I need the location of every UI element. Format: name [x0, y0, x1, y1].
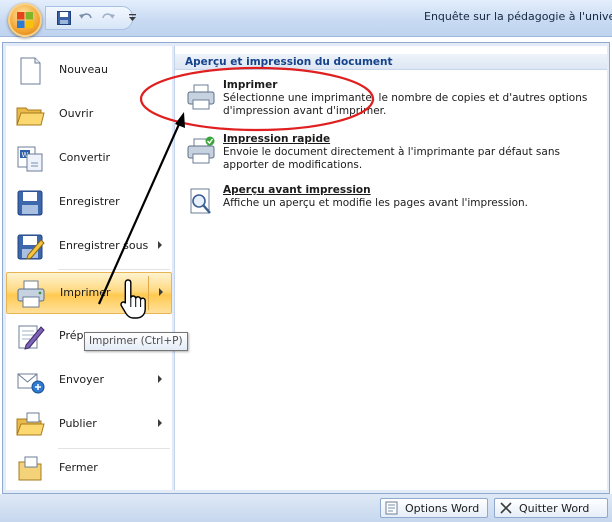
print-submenu: Aperçu et impression du document Imprime…: [174, 46, 607, 490]
save-as-icon: [17, 234, 45, 260]
options-icon: [385, 501, 398, 515]
office-button[interactable]: [8, 3, 42, 37]
submenu-item-title: Imprimer: [223, 79, 278, 91]
quick-access-toolbar: [45, 6, 133, 30]
office-logo-icon: [17, 12, 33, 28]
word-options-button[interactable]: Options Word: [380, 498, 488, 518]
print-preview-icon: [190, 188, 211, 214]
menu-item-fermer[interactable]: Fermer: [6, 448, 172, 490]
hand-cursor-icon: [120, 279, 146, 319]
submenu-item-title: Impression rapide: [223, 133, 331, 145]
menu-item-label: Nouveau: [59, 63, 108, 76]
submenu-header: Aperçu et impression du document: [175, 54, 607, 70]
submenu-item-impression-rapide[interactable]: Impression rapide Envoie le document dir…: [185, 133, 595, 173]
save-icon: [17, 190, 43, 216]
submenu-arrow-icon: [158, 375, 162, 383]
menu-footer: Options Word Quitter Word: [0, 494, 612, 522]
convert-icon: W: [17, 146, 43, 172]
quit-word-button[interactable]: Quitter Word: [494, 498, 608, 518]
menu-separator: [58, 269, 170, 270]
menu-item-label: Imprimer: [60, 286, 111, 299]
menu-item-label: Convertir: [59, 151, 111, 164]
menu-item-publier[interactable]: Publier: [6, 404, 172, 446]
close-icon: [500, 502, 512, 514]
word-options-label: Options Word: [405, 501, 480, 515]
close-folder-icon: [18, 456, 42, 481]
menu-item-label: Prép: [59, 329, 84, 342]
submenu-item-apercu[interactable]: Aperçu avant impression Affiche un aperç…: [185, 184, 595, 224]
menu-item-envoyer[interactable]: Envoyer: [6, 360, 172, 402]
publish-icon: [16, 412, 45, 436]
customize-dropdown-icon[interactable]: [125, 9, 139, 25]
menu-item-nouveau[interactable]: Nouveau: [6, 50, 172, 92]
title-bar: Enquête sur la pédagogie à l'unive: [0, 0, 612, 37]
redo-icon[interactable]: [98, 9, 118, 27]
menu-item-enregistrer-sous[interactable]: Enregistrer sous: [6, 226, 172, 268]
quick-print-icon: [187, 136, 215, 164]
submenu-arrow-icon: [158, 419, 162, 427]
window-title: Enquête sur la pédagogie à l'unive: [424, 10, 612, 23]
menu-item-label: Enregistrer sous: [59, 239, 149, 252]
menu-item-convertir[interactable]: W Convertir: [6, 138, 172, 180]
menu-item-label: Ouvrir: [59, 107, 94, 120]
submenu-item-imprimer[interactable]: Imprimer Sélectionne une imprimante, le …: [185, 79, 595, 119]
quit-word-label: Quitter Word: [519, 501, 590, 515]
menu-item-label: Publier: [59, 417, 97, 430]
menu-item-label: Fermer: [59, 461, 98, 474]
open-folder-icon: [16, 107, 45, 126]
menu-item-label: Enregistrer: [59, 195, 120, 208]
submenu-item-description: Affiche un aperçu et modifie les pages a…: [223, 197, 529, 209]
prepare-icon: [18, 325, 45, 350]
submenu-arrow-icon: [158, 241, 162, 249]
menu-item-enregistrer[interactable]: Enregistrer: [6, 182, 172, 224]
save-icon[interactable]: [54, 9, 74, 27]
printer-icon: [187, 84, 215, 110]
undo-icon[interactable]: [76, 9, 96, 27]
office-menu-commands: Nouveau Ouvrir W Convertir Enregistrer E…: [6, 46, 172, 490]
tooltip: Imprimer (Ctrl+P): [84, 332, 188, 351]
printer-icon: [17, 280, 45, 308]
submenu-item-description: Envoie le document directement à l'impri…: [223, 146, 560, 171]
submenu-item-title: Aperçu avant impression: [223, 184, 371, 196]
send-icon: [17, 373, 45, 394]
submenu-arrow-icon[interactable]: [159, 288, 163, 296]
menu-item-label: Envoyer: [59, 373, 104, 386]
submenu-item-description: Sélectionne une imprimante, le nombre de…: [223, 92, 588, 117]
menu-item-ouvrir[interactable]: Ouvrir: [6, 94, 172, 136]
new-document-icon: [20, 57, 41, 85]
